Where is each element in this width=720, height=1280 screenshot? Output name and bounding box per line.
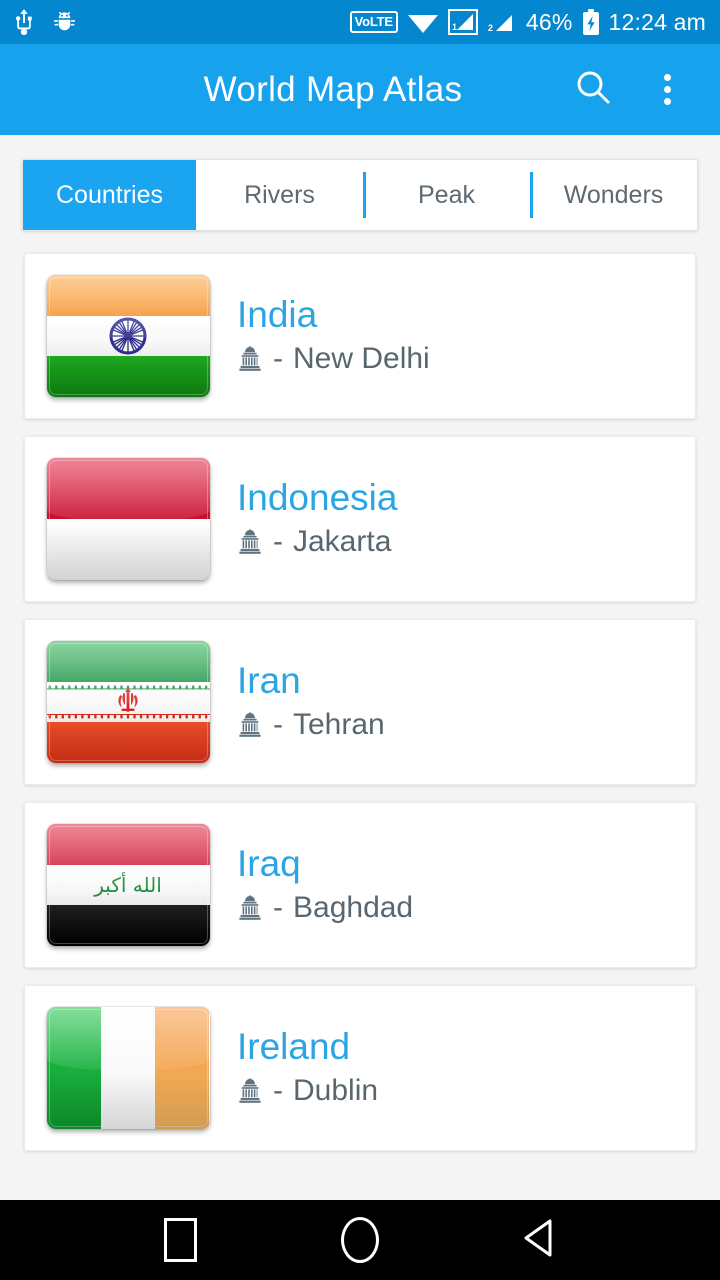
country-info: India - New Delhi	[213, 293, 430, 377]
signal-sim2-icon: 2	[487, 8, 517, 36]
capital-row: - Tehran	[237, 708, 385, 742]
list-item[interactable]: Iran - Tehran	[24, 619, 696, 785]
flag-iran	[46, 641, 210, 763]
flag-india	[46, 275, 210, 397]
capital-name: Jakarta	[293, 525, 392, 559]
capitol-building-icon	[237, 346, 263, 372]
tab-countries-label: Countries	[56, 180, 163, 209]
tab-wonders[interactable]: Wonders	[530, 160, 697, 230]
country-info: Iran - Tehran	[213, 659, 385, 743]
wifi-icon	[407, 9, 439, 35]
capital-name: Tehran	[293, 708, 385, 742]
list-item[interactable]: Ireland - Dublin	[24, 985, 696, 1151]
capital-row: - New Delhi	[237, 342, 430, 376]
status-bar: VoLTE 1 2 46% 12:24 am	[0, 0, 720, 44]
clock-label: 12:24 am	[608, 8, 706, 35]
list-item[interactable]: الله أكبر Iraq - Baghdad	[24, 802, 696, 968]
tab-peak-label: Peak	[418, 180, 475, 209]
home-circle-icon	[341, 1217, 379, 1263]
system-navigation-bar	[0, 1200, 720, 1280]
capital-name: New Delhi	[293, 342, 430, 376]
android-debug-bug-icon	[52, 9, 77, 35]
takbir-script-icon: الله أكبر	[94, 873, 162, 897]
capitol-building-icon	[237, 529, 263, 555]
list-item[interactable]: Indonesia - Jakarta	[24, 436, 696, 602]
capitol-building-icon	[237, 712, 263, 738]
battery-percent-label: 46%	[525, 8, 573, 35]
phone-screen: VoLTE 1 2 46% 12:24 am World Map Atlas C…	[0, 0, 720, 1280]
home-button[interactable]	[325, 1205, 395, 1275]
recents-button[interactable]	[145, 1205, 215, 1275]
capitol-building-icon	[237, 1078, 263, 1104]
overflow-menu-button[interactable]	[644, 67, 690, 113]
flag-ireland	[46, 1007, 210, 1129]
country-info: Indonesia - Jakarta	[213, 476, 398, 560]
ashoka-chakra-icon	[109, 317, 147, 355]
flag-thumbnail	[43, 458, 213, 580]
capital-separator: -	[273, 891, 283, 925]
tab-rivers-label: Rivers	[244, 180, 315, 209]
capital-row: - Baghdad	[237, 891, 413, 925]
flag-thumbnail	[43, 275, 213, 397]
search-button[interactable]	[570, 67, 616, 113]
capital-name: Dublin	[293, 1074, 379, 1108]
back-button[interactable]	[505, 1205, 575, 1275]
flag-thumbnail: الله أكبر	[43, 824, 213, 946]
flag-indonesia	[46, 458, 210, 580]
capital-name: Baghdad	[293, 891, 414, 925]
country-info: Iraq - Baghdad	[213, 842, 413, 926]
capital-row: - Dublin	[237, 1074, 378, 1108]
page-title: World Map Atlas	[203, 69, 463, 109]
flag-thumbnail	[43, 1007, 213, 1129]
app-bar: World Map Atlas	[0, 44, 720, 135]
flag-iraq: الله أكبر	[46, 824, 210, 946]
capitol-building-icon	[237, 895, 263, 921]
tab-bar-container: Countries Rivers Peak Wonders	[0, 135, 720, 231]
capital-row: - Jakarta	[237, 525, 397, 559]
overflow-menu-icon	[663, 74, 671, 105]
country-name: Indonesia	[237, 476, 398, 518]
search-icon	[572, 66, 614, 113]
tab-rivers[interactable]: Rivers	[196, 160, 363, 230]
iran-emblem-icon	[118, 688, 138, 712]
recents-square-icon	[163, 1218, 197, 1262]
tab-wonders-label: Wonders	[563, 180, 664, 209]
tab-peak[interactable]: Peak	[363, 160, 530, 230]
country-name: India	[237, 293, 318, 335]
usb-icon	[12, 9, 36, 35]
status-bar-left-icons	[12, 9, 77, 35]
battery-charging-icon	[582, 8, 600, 36]
app-bar-actions	[570, 67, 696, 113]
country-name: Ireland	[237, 1025, 351, 1067]
svg-text:2: 2	[488, 23, 493, 33]
tab-bar: Countries Rivers Peak Wonders	[22, 159, 698, 231]
capital-separator: -	[273, 342, 283, 376]
country-info: Ireland - Dublin	[213, 1025, 378, 1109]
signal-sim1-icon: 1	[447, 8, 478, 36]
capital-separator: -	[273, 1074, 283, 1108]
status-bar-right-icons: VoLTE 1 2 46% 12:24 am	[349, 8, 706, 36]
volte-badge: VoLTE	[349, 11, 398, 33]
capital-separator: -	[273, 525, 283, 559]
country-name: Iraq	[237, 842, 301, 884]
flag-thumbnail	[43, 641, 213, 763]
country-name: Iran	[237, 659, 301, 701]
main-content: Countries Rivers Peak Wonders India - Ne…	[0, 135, 720, 1200]
country-list: India - New Delhi Indonesia - Jakarta Ir…	[0, 231, 720, 1151]
list-item[interactable]: India - New Delhi	[24, 253, 696, 419]
back-triangle-icon	[518, 1215, 562, 1266]
svg-text:1: 1	[452, 22, 457, 32]
tab-countries[interactable]: Countries	[23, 160, 196, 230]
capital-separator: -	[273, 708, 283, 742]
